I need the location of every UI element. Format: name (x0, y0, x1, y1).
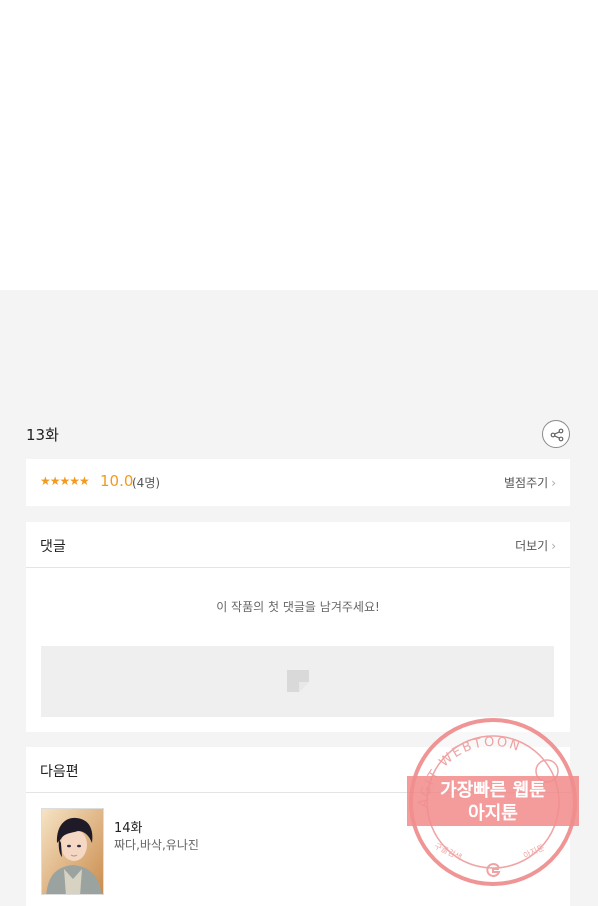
next-episode-title[interactable]: 14화 (114, 817, 143, 836)
rating-stars: ★★★★★ (40, 474, 90, 488)
rating-score: 10.0 (100, 472, 134, 490)
comments-title: 댓글 (40, 539, 66, 555)
share-button[interactable] (542, 420, 570, 448)
watermark-stamp: AGIT WEBTOON 가장빠른 웹툰 아지툰 구글검색 아지툰 (407, 718, 579, 886)
rating-card: ★★★★★ 10.0 (4명) 별점주기 › (26, 459, 570, 506)
episode-title: 13화 (26, 426, 59, 444)
comments-card: 댓글 더보기 › 이 작품의 첫 댓글을 남겨주세요! (26, 522, 570, 732)
image-placeholder-icon (287, 670, 309, 692)
content-blank-area (0, 0, 598, 290)
episode-header: 13화 (26, 420, 570, 448)
comment-input-area[interactable] (41, 646, 554, 717)
comments-empty-message: 이 작품의 첫 댓글을 남겨주세요! (216, 600, 380, 614)
rating-count: (4명) (132, 476, 161, 490)
comments-more-label: 더보기 (515, 539, 549, 553)
next-episode-authors: 짜다,바삭,유나진 (114, 838, 199, 852)
rate-button[interactable]: 별점주기 › (504, 474, 556, 491)
watermark-line1: 가장빠른 웹툰 (440, 780, 546, 801)
chevron-right-icon: › (551, 476, 556, 490)
chevron-right-icon: › (551, 539, 556, 553)
next-episode-heading: 다음편 (40, 764, 79, 780)
comments-header: 댓글 더보기 › (26, 522, 570, 568)
rate-button-label: 별점주기 (504, 476, 549, 490)
share-icon (550, 428, 564, 442)
watermark-line2: 아지툰 (468, 803, 518, 824)
next-episode-thumbnail[interactable] (41, 808, 104, 895)
comments-more-button[interactable]: 더보기 › (515, 537, 556, 554)
